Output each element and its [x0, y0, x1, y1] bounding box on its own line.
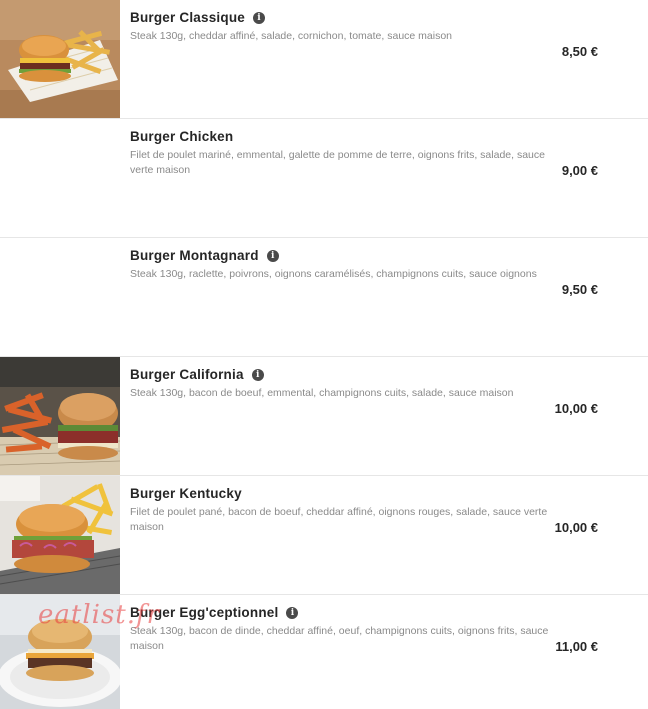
- item-price: 10,00 €: [554, 520, 598, 535]
- item-title-row: Burger Egg'ceptionnel i: [130, 605, 299, 620]
- menu-item-burger-classique[interactable]: Burger Classique i Steak 130g, cheddar a…: [0, 0, 648, 119]
- item-description: Steak 130g, bacon de dinde, cheddar affi…: [130, 625, 549, 652]
- image-placeholder: [0, 238, 120, 356]
- menu-item-burger-montagnard[interactable]: Burger Montagnard i Steak 130g, raclette…: [0, 238, 648, 357]
- item-title-row: Burger California i: [130, 367, 264, 382]
- menu-item-burger-eggceptionnel[interactable]: Burger Egg'ceptionnel i Steak 130g, baco…: [0, 595, 648, 709]
- item-description: Steak 130g, raclette, poivrons, oignons …: [130, 268, 537, 280]
- menu-item-burger-kentucky[interactable]: Burger Kentucky Filet de poulet pané, ba…: [0, 476, 648, 595]
- item-price: 8,50 €: [561, 44, 598, 59]
- item-name: Burger Classique: [130, 10, 245, 25]
- item-price: 10,00 €: [554, 401, 598, 416]
- item-name: Burger California: [130, 367, 244, 382]
- burger-fries-basket-photo[interactable]: [0, 476, 120, 594]
- item-description: Filet de poulet pané, bacon de boeuf, ch…: [130, 506, 548, 533]
- item-title-row: Burger Montagnard i: [130, 248, 279, 263]
- item-name: Burger Montagnard: [130, 248, 259, 263]
- info-icon[interactable]: i: [266, 249, 279, 262]
- menu-item-burger-chicken[interactable]: Burger Chicken Filet de poulet mariné, e…: [0, 119, 648, 238]
- info-icon[interactable]: i: [252, 11, 265, 24]
- item-price: 11,00 €: [555, 639, 598, 654]
- item-description: Steak 130g, cheddar affiné, salade, corn…: [130, 30, 453, 42]
- item-title-row: Burger Chicken: [130, 129, 233, 144]
- item-name: Burger Egg'ceptionnel: [130, 605, 279, 620]
- info-icon[interactable]: i: [286, 606, 299, 619]
- menu-item-burger-california[interactable]: Burger California i Steak 130g, bacon de…: [0, 357, 648, 476]
- item-description: Steak 130g, bacon de boeuf, emmental, ch…: [130, 387, 514, 399]
- item-name: Burger Chicken: [130, 129, 234, 144]
- item-title-row: Burger Kentucky: [130, 486, 242, 501]
- burger-sweet-potato-fries-photo[interactable]: [0, 357, 120, 475]
- item-name: Burger Kentucky: [130, 486, 242, 501]
- image-placeholder: [0, 119, 120, 237]
- burger-fries-photo[interactable]: [0, 0, 120, 118]
- item-price: 9,00 €: [561, 163, 598, 178]
- item-price: 9,50 €: [561, 282, 598, 297]
- menu-list: Burger Classique i Steak 130g, cheddar a…: [0, 0, 648, 709]
- burger-plate-photo[interactable]: [0, 595, 120, 709]
- item-description: Filet de poulet mariné, emmental, galett…: [130, 149, 545, 176]
- item-title-row: Burger Classique i: [130, 10, 265, 25]
- info-icon[interactable]: i: [251, 368, 264, 381]
